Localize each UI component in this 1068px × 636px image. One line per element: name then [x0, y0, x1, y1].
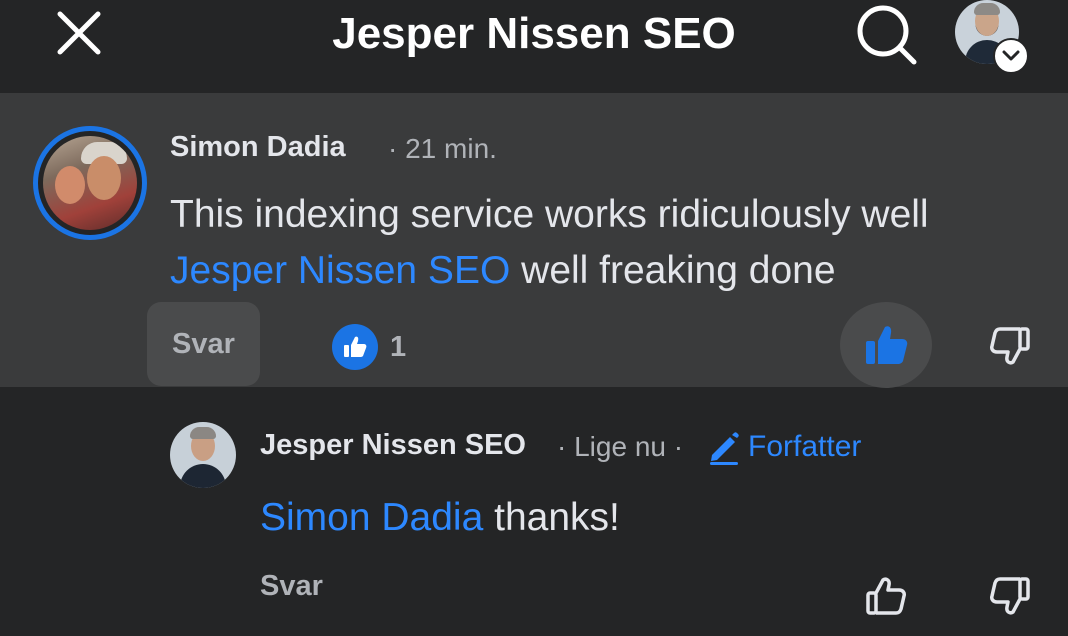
comment-text-part: well freaking done [510, 249, 836, 292]
meta-separator: · [557, 431, 567, 462]
chevron-down-icon [993, 38, 1029, 74]
top-bar: Jesper Nissen SEO [0, 0, 1068, 93]
dislike-button[interactable] [982, 320, 1038, 372]
meta-separator: · [673, 431, 684, 462]
like-button[interactable] [858, 570, 914, 622]
reply-button[interactable]: Svar [147, 302, 260, 386]
reaction-count[interactable]: 1 [332, 324, 406, 370]
thumbs-down-icon [990, 577, 1030, 615]
pencil-icon [710, 432, 739, 465]
comment-author[interactable]: Simon Dadia [170, 131, 346, 164]
comment-time[interactable]: Lige nu [574, 431, 666, 462]
comment-text: Simon Dadia thanks! [260, 490, 620, 546]
like-count: 1 [390, 330, 407, 363]
search-button[interactable] [852, 2, 922, 68]
meta-separator: · [388, 133, 398, 164]
comment-text-part: thanks! [483, 496, 620, 539]
comment-meta: · 21 min. [388, 133, 497, 165]
thumbs-up-icon [866, 577, 906, 615]
mention-link[interactable]: Simon Dadia [260, 496, 483, 539]
comment-text: This indexing service works ridiculously… [170, 187, 1050, 299]
reply-button[interactable]: Svar [260, 570, 323, 603]
avatar[interactable] [170, 422, 236, 488]
profile-menu-button[interactable] [953, 0, 1033, 74]
comment-text-part: This indexing service works ridiculously… [170, 193, 929, 236]
dislike-button[interactable] [982, 570, 1038, 622]
comment-meta: · Lige nu · [557, 431, 683, 463]
author-badge: Forfatter [706, 429, 861, 465]
thumbs-down-icon [990, 327, 1030, 365]
like-reaction-icon [332, 324, 378, 370]
author-badge-label: Forfatter [748, 430, 862, 463]
mention-link[interactable]: Jesper Nissen SEO [170, 249, 510, 292]
search-icon [857, 5, 917, 65]
thumbs-up-icon [866, 326, 908, 364]
comment-time[interactable]: 21 min. [405, 133, 497, 164]
like-button[interactable] [840, 302, 932, 388]
avatar[interactable] [43, 136, 137, 230]
comment-author[interactable]: Jesper Nissen SEO [260, 429, 526, 462]
